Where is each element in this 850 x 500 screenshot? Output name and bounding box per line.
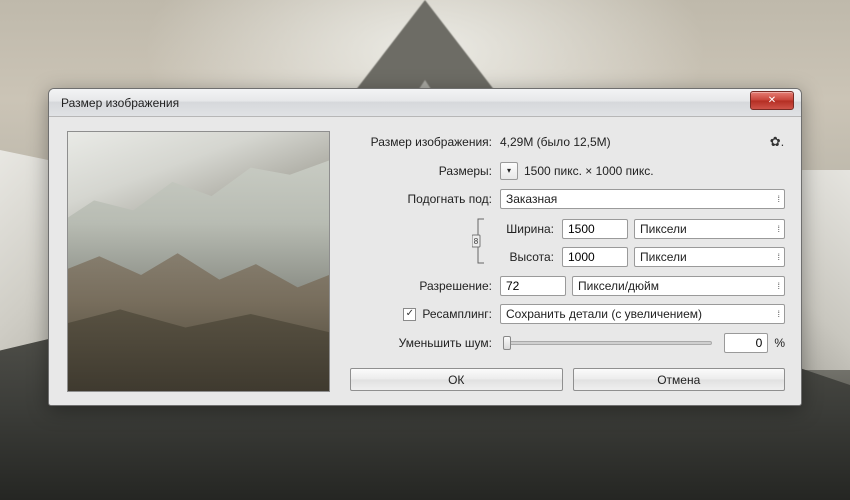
chevron-updown-icon: ⁞: [777, 309, 780, 319]
resolution-label: Разрешение:: [350, 279, 500, 293]
cancel-button[interactable]: Отмена: [573, 368, 786, 391]
image-size-dialog: Размер изображения ✕ ✿. Размер изображен…: [48, 88, 802, 406]
height-input[interactable]: [562, 247, 628, 267]
ok-button-label: ОК: [448, 373, 464, 387]
ok-button[interactable]: ОК: [350, 368, 563, 391]
image-size-label: Размер изображения:: [350, 135, 500, 149]
chevron-updown-icon: ⁞: [777, 224, 780, 234]
dimensions-unit-toggle[interactable]: ▾: [500, 162, 518, 180]
svg-text:8: 8: [474, 237, 479, 246]
width-label: Ширина:: [500, 222, 562, 236]
close-icon: ✕: [768, 95, 776, 106]
resample-method-value: Сохранить детали (с увеличением): [506, 307, 702, 321]
chevron-updown-icon: ⁞: [777, 281, 780, 291]
width-input[interactable]: [562, 219, 628, 239]
chevron-updown-icon: ⁞: [777, 252, 780, 262]
resolution-unit-select[interactable]: Пиксели/дюйм ⁞: [572, 276, 785, 296]
reduce-noise-slider[interactable]: [506, 341, 712, 345]
dimensions-label: Размеры:: [350, 164, 500, 178]
titlebar[interactable]: Размер изображения ✕: [49, 89, 801, 117]
height-label: Высота:: [500, 250, 562, 264]
gear-icon: ✿.: [770, 134, 785, 150]
width-unit-select[interactable]: Пиксели ⁞: [634, 219, 785, 239]
constrain-proportions-toggle[interactable]: 8: [472, 215, 486, 267]
fit-to-select[interactable]: Заказная ⁞: [500, 189, 785, 209]
chevron-down-icon: ▾: [507, 166, 511, 175]
close-button[interactable]: ✕: [750, 91, 794, 110]
preview-thumbnail[interactable]: [67, 131, 330, 392]
reduce-noise-unit: %: [774, 336, 785, 350]
cancel-button-label: Отмена: [657, 373, 700, 387]
chevron-updown-icon: ⁞: [777, 194, 780, 204]
height-unit-value: Пиксели: [640, 250, 687, 264]
resample-label: Ресамплинг:: [422, 307, 492, 321]
dimensions-value: 1500 пикс. × 1000 пикс.: [524, 164, 654, 178]
image-size-value: 4,29M (было 12,5M): [500, 135, 611, 149]
resolution-input[interactable]: [500, 276, 566, 296]
resolution-unit-value: Пиксели/дюйм: [578, 279, 659, 293]
fit-to-label: Подогнать под:: [350, 192, 500, 206]
form-panel: ✿. Размер изображения: 4,29M (было 12,5M…: [350, 131, 785, 391]
reduce-noise-input[interactable]: [724, 333, 768, 353]
height-unit-select[interactable]: Пиксели ⁞: [634, 247, 785, 267]
width-unit-value: Пиксели: [640, 222, 687, 236]
resample-method-select[interactable]: Сохранить детали (с увеличением) ⁞: [500, 304, 785, 324]
dialog-title: Размер изображения: [61, 96, 179, 110]
slider-thumb[interactable]: [503, 336, 511, 350]
settings-gear-button[interactable]: ✿.: [767, 133, 787, 151]
resample-checkbox[interactable]: [403, 308, 416, 321]
reduce-noise-label: Уменьшить шум:: [350, 336, 500, 350]
fit-to-value: Заказная: [506, 192, 557, 206]
